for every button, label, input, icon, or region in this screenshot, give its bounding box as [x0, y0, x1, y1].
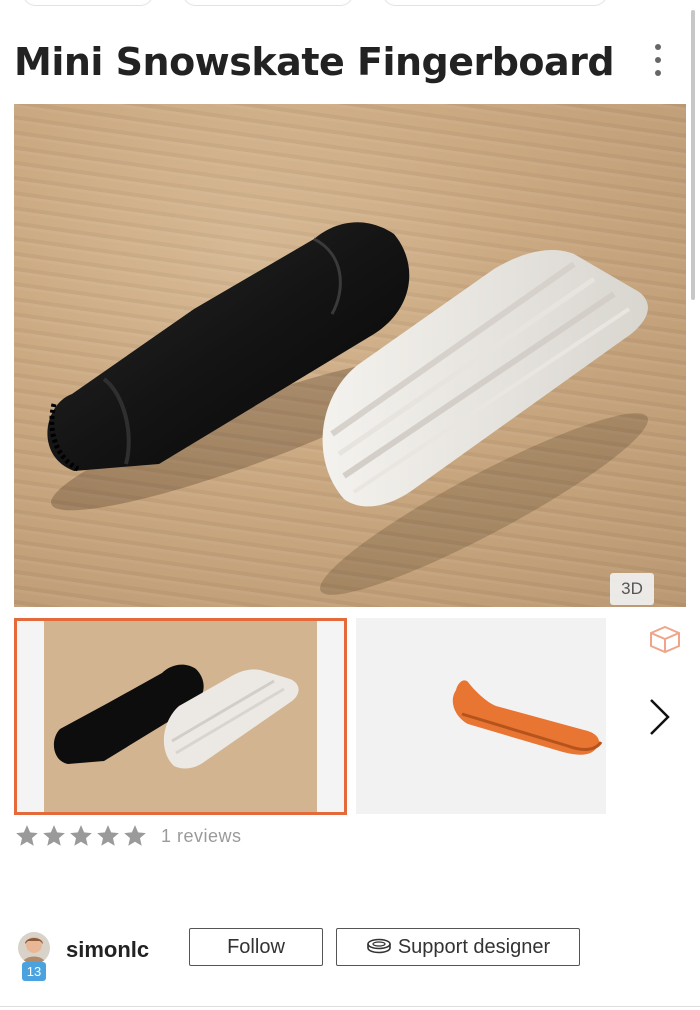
- avatar-illustration: [18, 932, 50, 964]
- gallery-thumbnail-photo[interactable]: [14, 618, 347, 815]
- avatar[interactable]: [18, 932, 50, 964]
- star-icon: [97, 825, 119, 846]
- rating: 1 reviews: [14, 822, 242, 850]
- main-product-image[interactable]: [14, 104, 686, 607]
- chevron-right-icon[interactable]: [642, 694, 676, 740]
- filter-pill[interactable]: [382, 0, 608, 6]
- fingerboards-illustration: [47, 222, 648, 595]
- view-3d-badge[interactable]: 3D: [610, 573, 654, 605]
- more-options-button[interactable]: [640, 40, 676, 80]
- level-badge: 13: [22, 962, 46, 981]
- orange-deck-illustration: [452, 680, 603, 755]
- star-icon: [16, 825, 38, 846]
- support-designer-button[interactable]: Support designer: [336, 928, 580, 966]
- star-icon: [70, 825, 92, 846]
- thumbnail-image: [44, 621, 317, 812]
- follow-button[interactable]: Follow: [189, 928, 323, 966]
- star-icon: [124, 825, 146, 846]
- dot: [655, 44, 661, 50]
- gallery-thumbnail-3d-model[interactable]: [356, 618, 686, 814]
- divider: [0, 1006, 700, 1007]
- dot: [655, 70, 661, 76]
- top-filter-pills: [0, 0, 700, 10]
- dot: [655, 57, 661, 63]
- filter-pill[interactable]: [22, 0, 154, 6]
- support-designer-label: Support designer: [397, 935, 551, 958]
- coins-icon: [367, 938, 391, 954]
- cube-icon: [650, 625, 680, 654]
- designer-username[interactable]: simonlc: [66, 937, 149, 963]
- filter-pill[interactable]: [182, 0, 354, 6]
- reviews-count[interactable]: 1 reviews: [161, 826, 242, 847]
- thumbnail-photo-illustration: [44, 621, 317, 812]
- scrollbar[interactable]: [691, 10, 695, 300]
- page-title: Mini Snowskate Fingerboard: [14, 40, 615, 84]
- star-icon: [43, 825, 65, 846]
